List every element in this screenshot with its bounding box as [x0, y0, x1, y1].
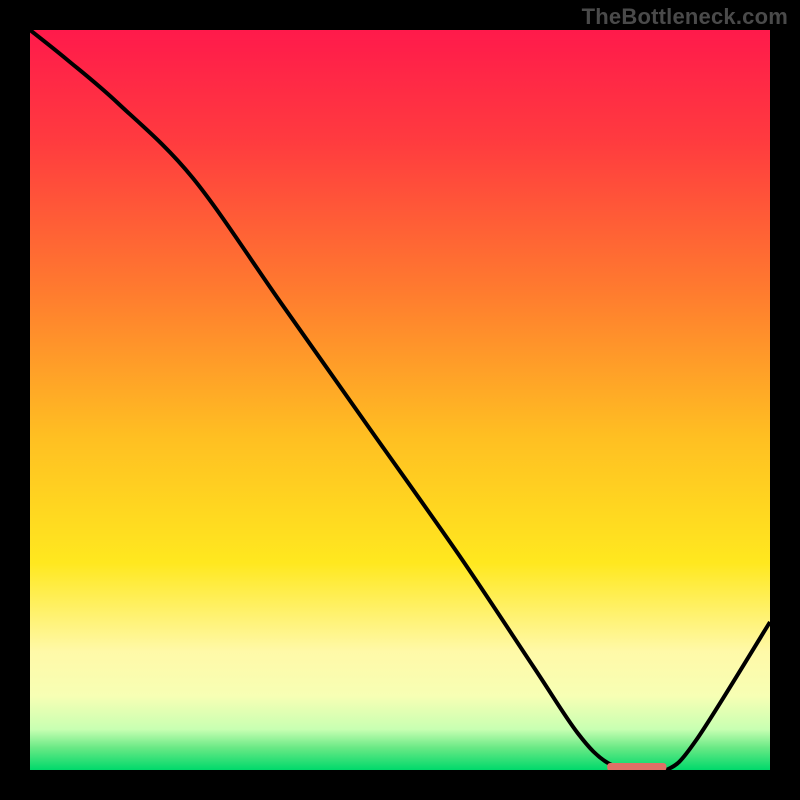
- optimal-range-marker: [607, 763, 666, 771]
- plot-background: [30, 30, 770, 770]
- chart-stage: TheBottleneck.com: [0, 0, 800, 800]
- bottleneck-chart: [0, 0, 800, 800]
